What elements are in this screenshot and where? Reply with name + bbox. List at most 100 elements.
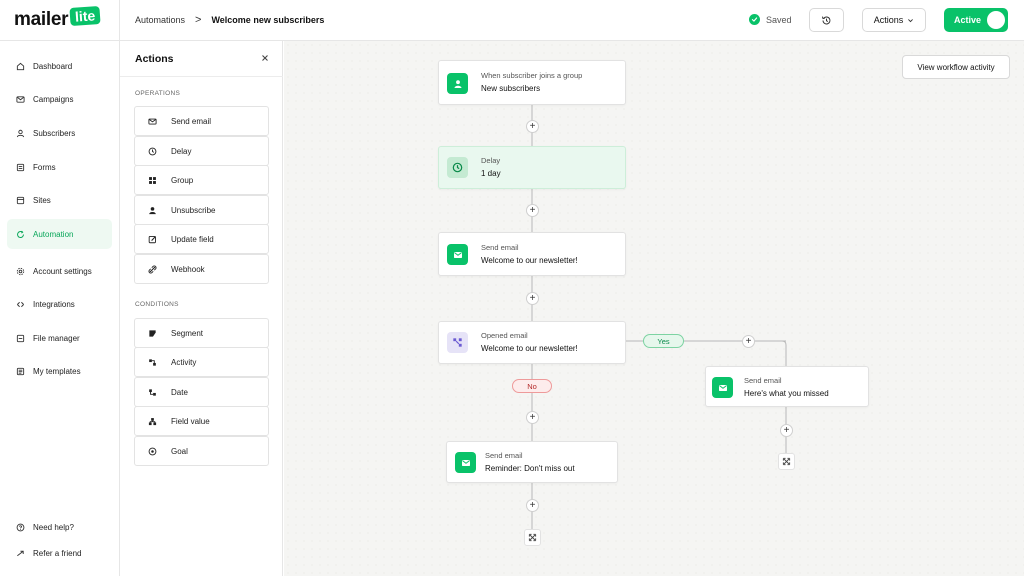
node-value: Reminder: Don't miss out <box>485 464 575 473</box>
form-icon <box>16 163 25 172</box>
sidebar-item-dashboard[interactable]: Dashboard <box>7 51 112 81</box>
action-label: Group <box>171 175 194 185</box>
logo-word: mailer <box>14 9 69 30</box>
sidebar-item-sites[interactable]: Sites <box>7 185 112 215</box>
sidebar-item-account-settings[interactable]: Account settings <box>7 256 112 286</box>
action-webhook[interactable]: Webhook <box>134 254 269 284</box>
goal-icon <box>147 446 157 456</box>
help-icon <box>16 523 25 532</box>
sidebar-item-campaigns[interactable]: Campaigns <box>7 84 112 114</box>
node-value: Here's what you missed <box>744 389 829 398</box>
active-label: Active <box>954 15 982 25</box>
condition-segment[interactable]: Segment <box>134 318 269 348</box>
subscriber-icon <box>447 73 468 94</box>
add-step-button[interactable]: + <box>526 411 539 424</box>
sidebar-item-forms[interactable]: Forms <box>7 152 112 182</box>
node-label: When subscriber joins a group <box>481 71 583 80</box>
link-icon <box>147 264 157 274</box>
condition-field-value[interactable]: Field value <box>134 406 269 436</box>
node-label: Send email <box>481 243 519 252</box>
branch-yes-label: Yes <box>643 334 684 348</box>
actions-panel-header: Actions <box>120 41 283 77</box>
conditions-section-label: CONDITIONS <box>135 301 179 308</box>
sidebar-item-integrations[interactable]: Integrations <box>7 289 112 319</box>
actions-panel-title: Actions <box>135 53 174 65</box>
sidebar-item-label: Campaigns <box>33 94 74 104</box>
condition-node[interactable]: Opened email Welcome to our newsletter! <box>438 321 626 364</box>
sidebar-item-my-templates[interactable]: My templates <box>7 356 112 386</box>
field-icon <box>147 416 157 426</box>
action-label: Send email <box>171 116 212 126</box>
node-label: Delay <box>481 156 501 165</box>
sidebar-item-label: Forms <box>33 162 56 172</box>
actions-dropdown-button[interactable]: Actions <box>862 8 926 32</box>
workflow-canvas[interactable] <box>284 41 1024 576</box>
node-value: Welcome to our newsletter! <box>481 256 578 265</box>
action-delay[interactable]: Delay <box>134 136 269 166</box>
action-label: Webhook <box>171 264 205 274</box>
action-update-field[interactable]: Update field <box>134 224 269 254</box>
toggle-knob <box>987 11 1005 29</box>
saved-label: Saved <box>766 14 792 25</box>
send-email-node-no-branch[interactable]: Send email Reminder: Don't miss out <box>446 441 618 483</box>
breadcrumb: Automations > Welcome new subscribers <box>135 14 324 26</box>
refer-icon <box>16 549 25 558</box>
add-step-button[interactable]: + <box>526 204 539 217</box>
send-email-node[interactable]: Send email Welcome to our newsletter! <box>438 232 626 276</box>
site-icon <box>16 196 25 205</box>
condition-split-icon <box>447 332 468 353</box>
logo-badge: lite <box>69 5 102 27</box>
trigger-node[interactable]: When subscriber joins a group New subscr… <box>438 60 626 105</box>
sidebar-item-label: Integrations <box>33 299 75 309</box>
envelope-icon <box>447 244 468 265</box>
group-icon <box>147 175 157 185</box>
breadcrumb-automations-link[interactable]: Automations <box>135 15 185 25</box>
condition-label: Segment <box>171 328 204 338</box>
history-button[interactable] <box>809 8 844 32</box>
action-group[interactable]: Group <box>134 165 269 195</box>
condition-label: Goal <box>171 446 188 456</box>
gear-icon <box>16 267 25 276</box>
sidebar-item-label: My templates <box>33 366 81 376</box>
sidebar-item-label: Sites <box>33 195 51 205</box>
close-icon[interactable] <box>260 53 270 63</box>
add-step-button[interactable]: + <box>780 424 793 437</box>
activity-icon <box>147 357 157 367</box>
page-title: Welcome new subscribers <box>211 15 325 25</box>
sidebar-item-subscribers[interactable]: Subscribers <box>7 118 112 148</box>
add-step-button[interactable]: + <box>526 292 539 305</box>
branch-no-label: No <box>512 379 552 393</box>
actions-panel: Actions OPERATIONS Send email Delay Grou… <box>120 41 283 576</box>
node-value: Welcome to our newsletter! <box>481 344 578 353</box>
action-send-email[interactable]: Send email <box>134 106 269 136</box>
sidebar-item-automation[interactable]: Automation <box>7 219 112 249</box>
condition-label: Field value <box>171 416 210 426</box>
automation-icon <box>16 230 25 239</box>
condition-activity[interactable]: Activity <box>134 347 269 377</box>
active-toggle[interactable]: Active <box>944 8 1008 32</box>
check-circle-icon <box>749 14 760 25</box>
sidebar-item-refer-a-friend[interactable]: Refer a friend <box>7 538 112 568</box>
add-step-button[interactable]: + <box>742 335 755 348</box>
add-step-button[interactable]: + <box>526 120 539 133</box>
action-label: Delay <box>171 146 192 156</box>
node-value: 1 day <box>481 169 501 178</box>
add-step-button[interactable]: + <box>526 499 539 512</box>
condition-label: Activity <box>171 357 197 367</box>
view-workflow-activity-button[interactable]: View workflow activity <box>902 55 1010 79</box>
condition-goal[interactable]: Goal <box>134 436 269 466</box>
sidebar-footer-label: Refer a friend <box>33 548 82 558</box>
end-of-path-icon <box>778 453 795 470</box>
action-unsubscribe[interactable]: Unsubscribe <box>134 195 269 225</box>
save-status: Saved <box>749 14 792 25</box>
actions-label: Actions <box>873 15 904 25</box>
home-icon <box>16 62 25 71</box>
person-icon <box>147 205 157 215</box>
sidebar-item-file-manager[interactable]: File manager <box>7 323 112 353</box>
condition-date[interactable]: Date <box>134 377 269 407</box>
date-icon <box>147 387 157 397</box>
envelope-icon <box>147 116 157 126</box>
mailerlite-logo[interactable]: mailer lite <box>14 5 102 31</box>
send-email-node-yes-branch[interactable]: Send email Here's what you missed <box>705 366 869 407</box>
delay-node[interactable]: Delay 1 day <box>438 146 626 189</box>
